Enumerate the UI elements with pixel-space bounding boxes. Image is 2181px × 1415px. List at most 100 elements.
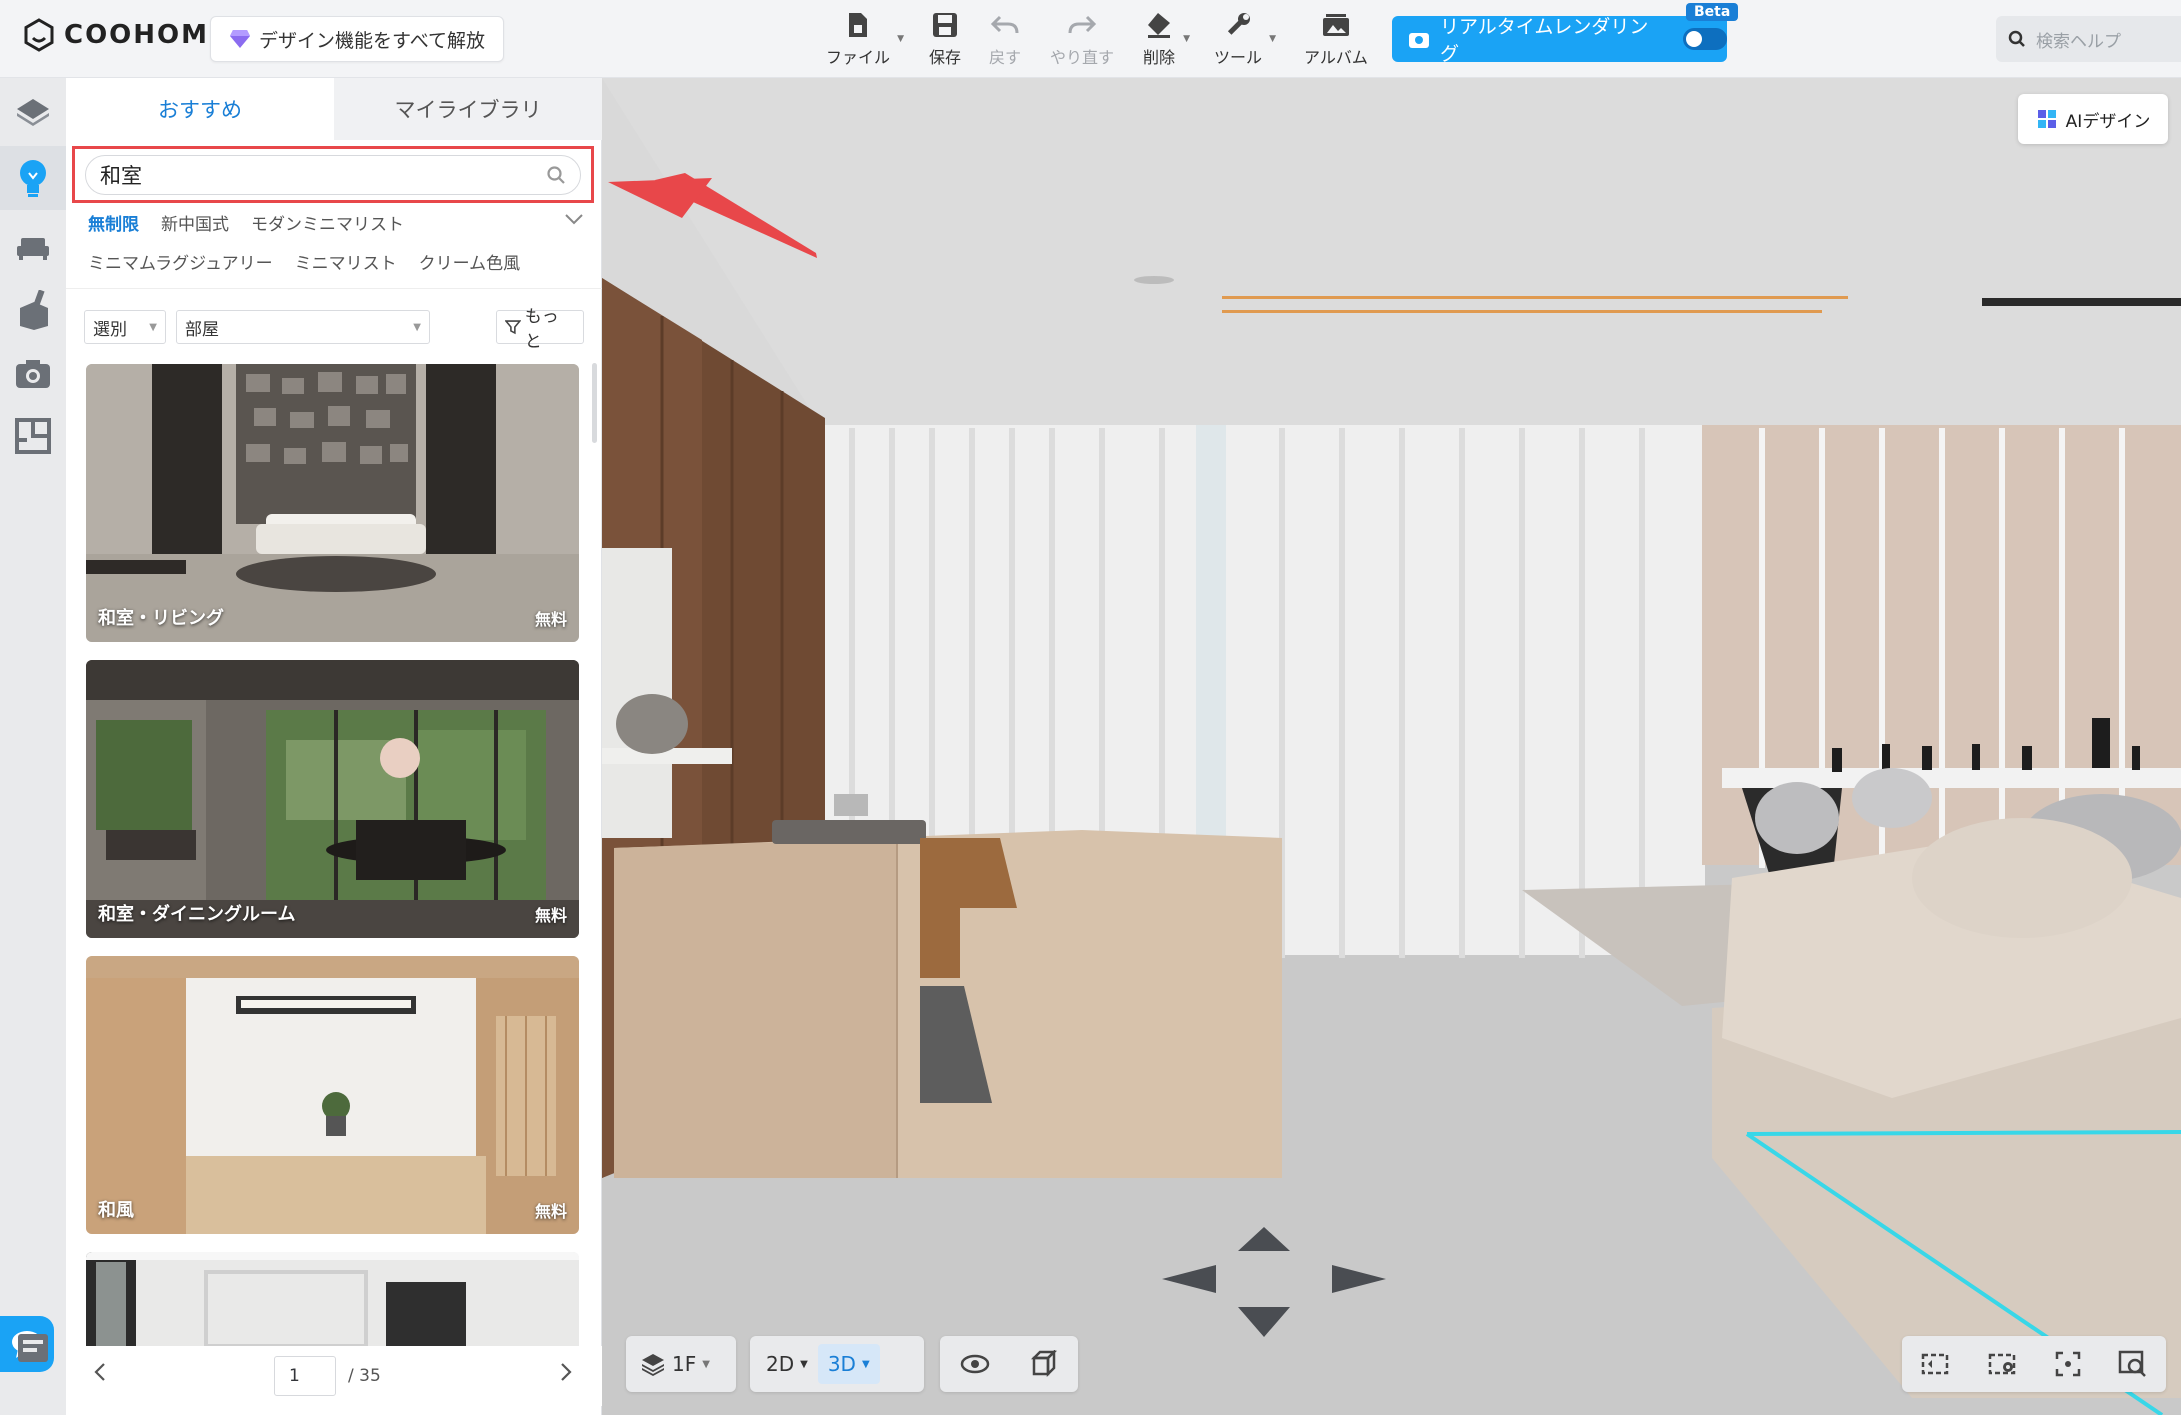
room-select[interactable]: 部屋 ▼	[176, 310, 430, 344]
eye-icon	[960, 1354, 990, 1374]
style-tag[interactable]: クリーム色風	[419, 249, 521, 274]
tab-recommended[interactable]: おすすめ	[66, 78, 334, 140]
file-menu-button[interactable]: ファイル ▼	[826, 8, 904, 68]
tools-label: ツール	[1214, 48, 1263, 67]
design-search-input[interactable]: 和室	[85, 155, 581, 195]
delete-button[interactable]: 削除 ▼	[1142, 8, 1190, 68]
realtime-rendering-button[interactable]: リアルタイムレンダリング	[1392, 16, 1727, 65]
realtime-rendering-toggle[interactable]	[1683, 28, 1727, 50]
layers-icon	[642, 1354, 664, 1376]
3d-viewport[interactable]	[602, 78, 2181, 1415]
style-tags-row-2: ミニマムラグジュアリー ミニマリスト クリーム色風	[88, 249, 520, 274]
diamond-icon	[230, 30, 251, 48]
chevron-down-icon: ▼	[413, 321, 421, 333]
chevron-down-icon: ▼	[800, 1358, 808, 1370]
view-2d-button[interactable]: 2D ▼	[756, 1344, 818, 1384]
design-card[interactable]: 和風 無料	[86, 956, 579, 1234]
nav-left-arrow-icon[interactable]	[1162, 1265, 1216, 1293]
tab-my-library[interactable]: マイライブラリ	[334, 78, 602, 140]
view-options-group	[940, 1336, 1078, 1392]
nav-up-arrow-icon[interactable]	[1238, 1227, 1290, 1251]
redo-label: やり直す	[1050, 48, 1115, 67]
filter-select[interactable]: 選別 ▼	[84, 310, 166, 344]
card-price: 無料	[534, 610, 567, 629]
camera-icon	[1408, 33, 1429, 48]
view-3d-label: 3D	[827, 1352, 856, 1376]
tools-menu-button[interactable]: ツール ▼	[1214, 8, 1276, 68]
zoom-fit-button[interactable]	[2113, 1344, 2153, 1384]
wrench-icon	[1227, 13, 1250, 35]
eraser-icon	[1148, 13, 1170, 38]
filter-icon	[505, 320, 521, 335]
focus-button[interactable]	[2050, 1344, 2086, 1384]
album-label: アルバム	[1304, 48, 1368, 67]
next-page-chevron-icon[interactable]	[560, 1362, 572, 1388]
design-card[interactable]: 和室・リビング 無料	[86, 364, 579, 642]
prev-page-chevron-icon[interactable]	[94, 1362, 106, 1388]
panel-scrollbar[interactable]	[592, 363, 597, 443]
card-title: 和風	[98, 1200, 134, 1221]
rail-materials-button[interactable]	[13, 290, 53, 330]
save-button[interactable]: 保存	[928, 8, 962, 68]
floorplan-icon	[15, 418, 51, 454]
unlock-features-button[interactable]: デザイン機能をすべて解放	[210, 16, 504, 62]
cube-view-button[interactable]	[1024, 1344, 1064, 1384]
style-tag[interactable]: ミニマムラグジュアリー	[88, 249, 273, 274]
lightbulb-icon	[20, 160, 46, 197]
view-3d-button[interactable]: 3D ▼	[817, 1344, 880, 1384]
search-icon[interactable]	[546, 165, 566, 185]
left-rail	[0, 78, 66, 1415]
search-value: 和室	[100, 164, 142, 188]
floor-selector[interactable]: 1F ▼	[626, 1336, 736, 1392]
help-search-input[interactable]: 検索ヘルプ	[1996, 16, 2181, 62]
redo-button[interactable]: やり直す	[1050, 8, 1114, 68]
chevron-down-icon: ▼	[1269, 34, 1277, 44]
rail-floorplan-button[interactable]	[13, 92, 53, 132]
album-button[interactable]: アルバム	[1304, 8, 1368, 68]
rail-furniture-button[interactable]	[13, 228, 53, 268]
style-tags-row-1: 無制限 新中国式 モダンミニマリスト	[88, 210, 404, 235]
page-number-input[interactable]: 1	[274, 1356, 336, 1396]
more-filters-button[interactable]: もっと	[496, 307, 584, 352]
visibility-button[interactable]	[954, 1344, 996, 1384]
pagination: 1 / 35	[66, 1346, 602, 1406]
camera-settings-button[interactable]	[1983, 1344, 2023, 1384]
search-icon	[2008, 30, 2025, 47]
delete-label: 削除	[1142, 48, 1175, 67]
chevron-down-icon: ▼	[149, 321, 157, 333]
style-tag[interactable]: 無制限	[88, 210, 139, 235]
ai-design-button[interactable]: AIデザイン	[2018, 94, 2168, 144]
more-filters-label: もっと	[524, 307, 559, 352]
design-thumbnail	[86, 660, 579, 938]
room-select-value: 部屋	[185, 319, 219, 340]
undo-button[interactable]: 戻す	[988, 8, 1022, 68]
screenshot-button[interactable]	[1916, 1344, 1956, 1384]
style-tag[interactable]: 新中国式	[161, 210, 229, 235]
capture-frame-icon	[1921, 1353, 1948, 1375]
expand-tags-chevron-icon[interactable]	[564, 210, 584, 229]
rail-render-button[interactable]	[13, 354, 53, 394]
rail-menu-button[interactable]	[13, 1328, 53, 1368]
nav-right-arrow-icon[interactable]	[1332, 1265, 1386, 1293]
cube-icon	[1030, 1350, 1058, 1378]
style-tag[interactable]: ミニマリスト	[295, 249, 397, 274]
camera-nav-pad[interactable]	[1158, 1218, 1388, 1348]
design-thumbnail	[86, 1252, 579, 1346]
card-title: 和室・ダイニングルーム	[98, 904, 296, 925]
panel-tabs: おすすめ マイライブラリ	[66, 78, 602, 140]
floor-selector-item[interactable]: 1F ▼	[626, 1344, 724, 1384]
design-card[interactable]	[86, 1252, 579, 1346]
chevron-down-icon: ▼	[702, 1358, 710, 1370]
design-thumbnail	[86, 364, 579, 642]
rail-layout-button[interactable]	[13, 416, 53, 456]
card-title: 和室・リビング	[98, 608, 224, 629]
floor-layer-icon	[17, 99, 49, 126]
chevron-down-icon: ▼	[1183, 34, 1190, 44]
design-card[interactable]: 和室・ダイニングルーム 無料	[86, 660, 579, 938]
logo[interactable]: COOHOM	[22, 18, 209, 52]
unlock-features-label: デザイン機能をすべて解放	[259, 29, 485, 52]
nav-down-arrow-icon[interactable]	[1238, 1307, 1290, 1337]
style-tag[interactable]: モダンミニマリスト	[251, 210, 404, 235]
rail-inspiration-button[interactable]	[0, 146, 66, 210]
frame-gear-icon	[1988, 1353, 2015, 1375]
